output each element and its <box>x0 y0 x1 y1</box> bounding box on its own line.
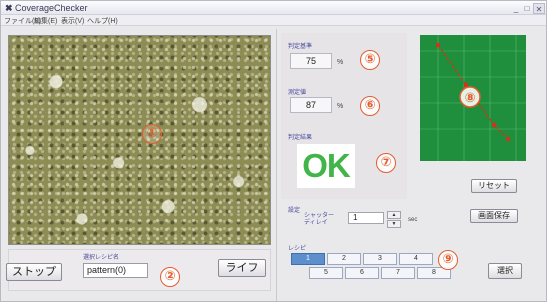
recipe-cell-4[interactable]: 4 <box>399 253 433 265</box>
recipe-cell-1[interactable]: 1 <box>291 253 325 265</box>
recipe-cell-5[interactable]: 5 <box>309 267 343 279</box>
result-display: OK <box>297 144 355 188</box>
marker-6: ⑥ <box>360 96 380 116</box>
title-bar: ✖ CoverageChecker _ □ ✕ <box>1 1 546 15</box>
recipe-cell-2[interactable]: 2 <box>327 253 361 265</box>
menu-bar: ファイル(F) 編集(E) 表示(V) ヘルプ(H) <box>1 15 546 26</box>
reset-button[interactable]: リセット <box>471 179 517 193</box>
marker-1: ① <box>142 124 162 144</box>
marker-9: ⑨ <box>438 250 458 270</box>
app-icon: ✖ <box>5 3 13 13</box>
select-button[interactable]: 選択 <box>488 263 522 279</box>
spin-up-button[interactable]: ▲ <box>387 211 401 219</box>
app-window: ✖ CoverageChecker _ □ ✕ ファイル(F) 編集(E) 表示… <box>0 0 547 302</box>
recipe-select-label: レシピ <box>288 246 307 252</box>
window-title: CoverageChecker <box>15 3 88 13</box>
camera-view[interactable] <box>8 35 271 245</box>
stop-button[interactable]: ストップ <box>6 263 62 281</box>
minimize-button[interactable]: _ <box>511 3 521 14</box>
marker-8: ⑧ <box>464 91 475 106</box>
marker-5: ⑤ <box>360 50 380 70</box>
menu-view[interactable]: 表示(V) <box>61 16 84 26</box>
live-button[interactable]: ライフ <box>218 259 266 277</box>
measured-unit: % <box>337 103 344 110</box>
coverage-graph: ⑧ <box>420 35 526 161</box>
close-button[interactable]: ✕ <box>533 3 545 14</box>
result-label: 判定結果 <box>288 135 313 141</box>
recipe-cell-6[interactable]: 6 <box>345 267 379 279</box>
criteria-value[interactable]: 75 <box>290 53 332 69</box>
menu-help[interactable]: ヘルプ(H) <box>87 16 118 26</box>
result-text: OK <box>302 147 351 184</box>
marker-2: ② <box>160 267 180 287</box>
criteria-label: 判定基準 <box>288 44 313 50</box>
shutter-delay-field[interactable]: 1 <box>348 212 384 224</box>
measured-value: 87 <box>290 97 332 113</box>
panel-divider <box>276 29 277 301</box>
recipe-cell-7[interactable]: 7 <box>381 267 415 279</box>
settings-label: 設定 <box>288 208 301 214</box>
shutter-unit: sec <box>408 217 418 223</box>
recipe-cell-3[interactable]: 3 <box>363 253 397 265</box>
save-screen-button[interactable]: 画面保存 <box>470 209 518 223</box>
maximize-button[interactable]: □ <box>522 3 532 14</box>
criteria-unit: % <box>337 59 344 66</box>
recipe-name-field[interactable]: pattern(0) <box>83 263 148 278</box>
marker-7: ⑦ <box>376 153 396 173</box>
spin-down-button[interactable]: ▼ <box>387 220 401 228</box>
recipe-caption: 選択レシピ名 <box>83 255 120 261</box>
menu-edit[interactable]: 編集(E) <box>34 16 57 26</box>
measured-label: 測定値 <box>288 90 307 96</box>
shutter-delay-label: シャッター ディレイ <box>304 213 335 226</box>
